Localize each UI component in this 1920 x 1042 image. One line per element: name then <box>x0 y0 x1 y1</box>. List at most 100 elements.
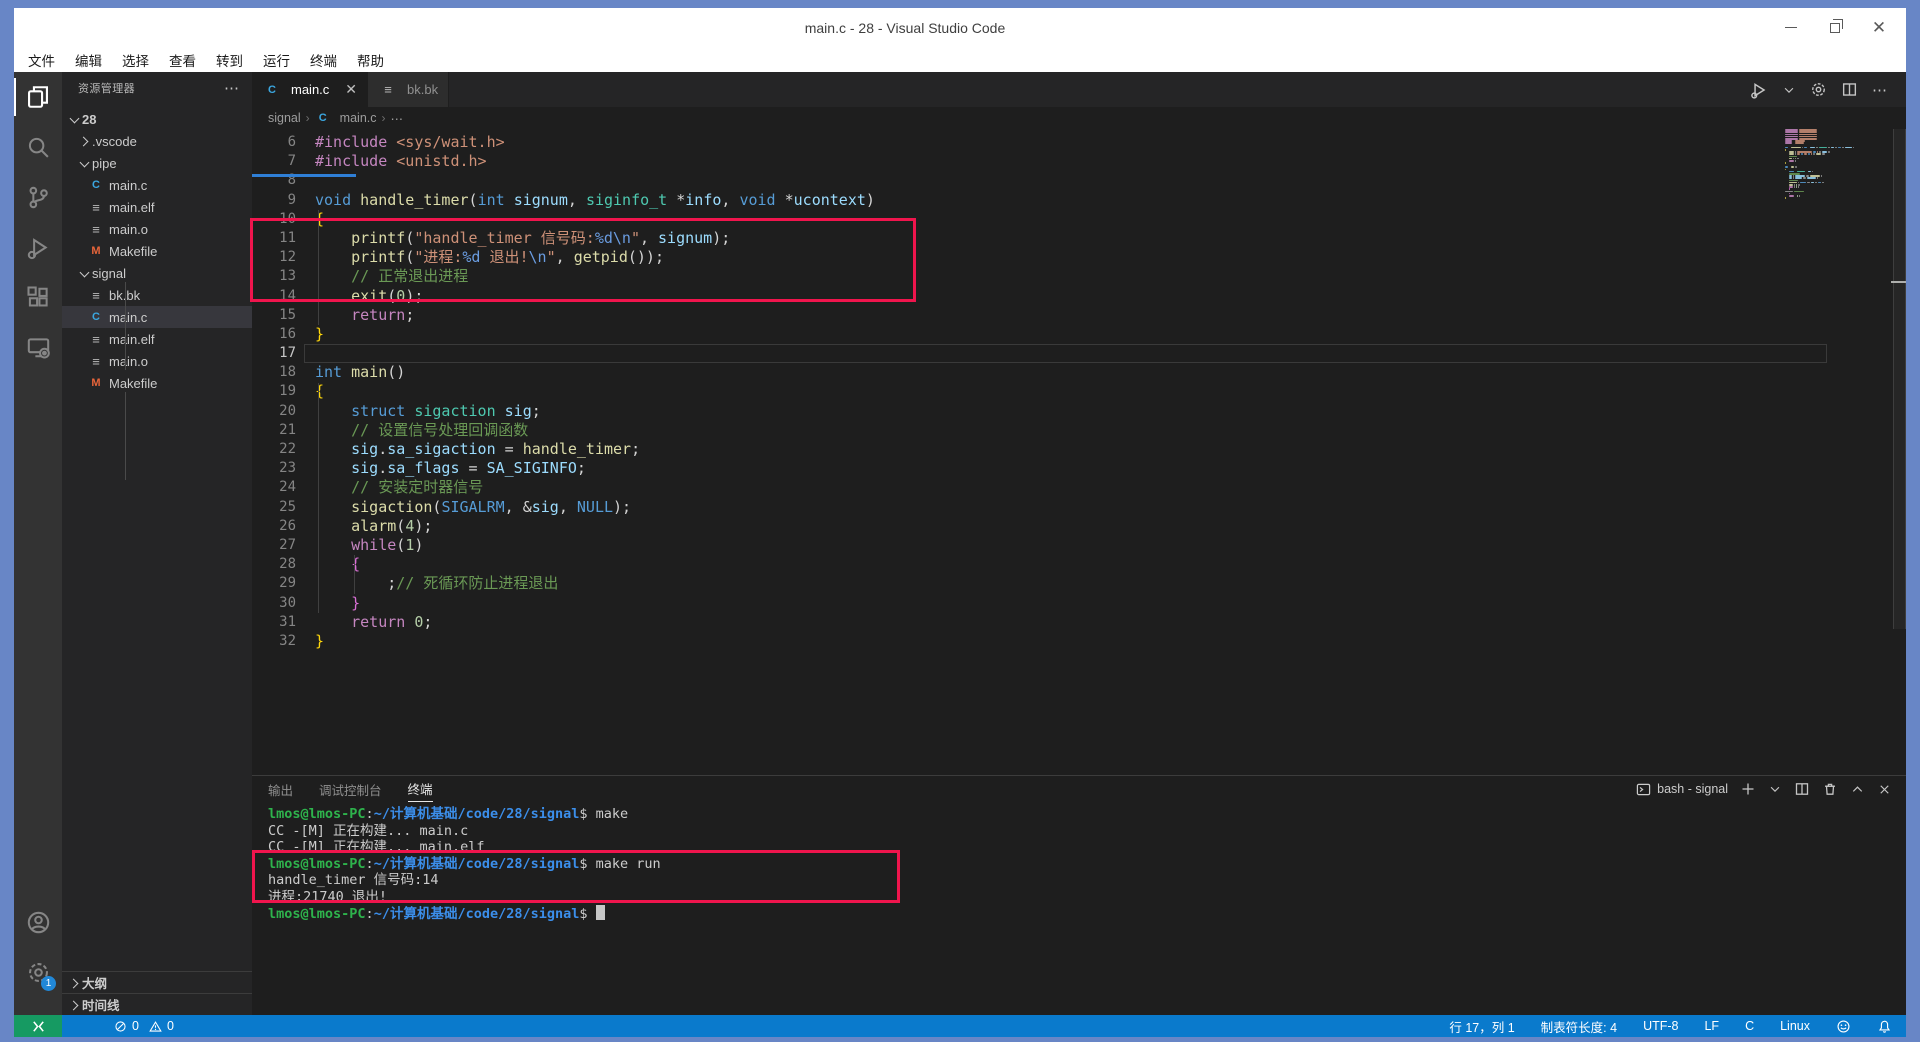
panel-tab-输出[interactable]: 输出 <box>268 776 293 802</box>
terminal-output[interactable]: lmos@lmos-PC:~/计算机基础/code/28/signal$ mak… <box>268 806 1886 922</box>
menu-item-文件[interactable]: 文件 <box>18 47 65 72</box>
chevron-down-icon[interactable] <box>1782 83 1796 97</box>
editor-scrollbar[interactable] <box>1893 129 1906 629</box>
status-remote-os[interactable]: Linux <box>1780 1017 1810 1036</box>
search-icon[interactable] <box>14 122 62 172</box>
menu-item-选择[interactable]: 选择 <box>112 47 159 72</box>
tab-main.c[interactable]: Cmain.c✕ <box>252 72 368 107</box>
sidebar-title: 资源管理器 <box>78 80 135 96</box>
terminal-line-4: lmos@lmos-PC:~/计算机基础/code/28/signal$ mak… <box>268 856 1886 873</box>
close-icon[interactable]: ✕ <box>1870 19 1888 37</box>
section-大纲[interactable]: 大纲 <box>62 971 252 993</box>
workbench: 1 资源管理器 ⋯ 28.vscodepipeCmain.c≡main.elf≡… <box>14 72 1906 1015</box>
tree-item-Makefile[interactable]: MMakefile <box>62 372 252 394</box>
panel-tab-调试控制台[interactable]: 调试控制台 <box>319 776 382 802</box>
kill-terminal-icon[interactable] <box>1822 781 1838 797</box>
section-时间线[interactable]: 时间线 <box>62 993 252 1015</box>
split-editor-icon[interactable] <box>1841 81 1858 98</box>
tree-item-main.c[interactable]: Cmain.c <box>62 174 252 196</box>
remote-indicator[interactable] <box>14 1015 62 1037</box>
tree-item-.vscode[interactable]: .vscode <box>62 130 252 152</box>
explorer-icon[interactable] <box>14 72 62 122</box>
tree-item-pipe[interactable]: pipe <box>62 152 252 174</box>
breadcrumb-signal[interactable]: signal <box>268 111 301 125</box>
terminal-icon <box>1636 782 1651 797</box>
status-language-mode[interactable]: C <box>1745 1017 1754 1036</box>
source-control-icon[interactable] <box>14 172 62 222</box>
code-line-28: 28 { <box>252 555 1906 574</box>
errors-count: 0 <box>132 1019 139 1033</box>
notifications-bell-icon[interactable] <box>1877 1019 1892 1034</box>
restore-icon[interactable] <box>1826 19 1844 37</box>
explorer-sidebar: 资源管理器 ⋯ 28.vscodepipeCmain.c≡main.elf≡ma… <box>62 72 252 1015</box>
line-number: 22 <box>252 440 296 459</box>
tree-item-main.elf[interactable]: ≡main.elf <box>62 196 252 218</box>
tree-indent-guide <box>125 282 126 370</box>
code-text: #include <unistd.h> <box>296 152 487 171</box>
extensions-icon[interactable] <box>14 272 62 322</box>
code-text: void handle_timer(int signum, siginfo_t … <box>296 191 875 210</box>
makefile-icon: M <box>88 375 104 391</box>
menu-item-查看[interactable]: 查看 <box>159 47 206 72</box>
code-text: #include <sys/wait.h> <box>296 133 505 152</box>
close-panel-icon[interactable] <box>1877 782 1892 797</box>
status-tab-size[interactable]: 制表符长度: 4 <box>1541 1017 1617 1036</box>
file-icon: ≡ <box>88 199 104 215</box>
tree-item-Makefile[interactable]: MMakefile <box>62 240 252 262</box>
status-cursor-position[interactable]: 行 17，列 1 <box>1449 1017 1514 1036</box>
more-actions-icon[interactable]: ⋯ <box>1872 81 1888 99</box>
terminal-session-label[interactable]: bash - signal <box>1636 782 1728 797</box>
code-line-25: 25 sigaction(SIGALRM, &sig, NULL); <box>252 498 1906 517</box>
settings-gear-icon[interactable] <box>1810 81 1827 98</box>
code-editor[interactable]: 6#include <sys/wait.h>7#include <unistd.… <box>252 129 1906 775</box>
tab-label: bk.bk <box>407 82 438 97</box>
menu-item-终端[interactable]: 终端 <box>300 47 347 72</box>
title-bar: main.c - 28 - Visual Studio Code ✕ <box>14 8 1906 47</box>
code-line-27: 27 while(1) <box>252 536 1906 555</box>
code-text <box>296 344 315 363</box>
line-number: 15 <box>252 306 296 325</box>
terminal-dropdown-icon[interactable] <box>1768 782 1782 796</box>
minimap[interactable] <box>1785 129 1889 199</box>
tree-item-28[interactable]: 28 <box>62 108 252 130</box>
problems-status[interactable]: 0 0 <box>114 1019 174 1033</box>
account-icon[interactable] <box>14 897 62 947</box>
tree-item-bk.bk[interactable]: ≡bk.bk <box>62 284 252 306</box>
minimize-icon[interactable] <box>1782 19 1800 37</box>
status-encoding[interactable]: UTF-8 <box>1643 1017 1678 1036</box>
menu-item-转到[interactable]: 转到 <box>206 47 253 72</box>
code-line-20: 20 struct sigaction sig; <box>252 402 1906 421</box>
code-line-19: 19{ <box>252 382 1906 401</box>
settings-icon[interactable]: 1 <box>14 947 62 997</box>
remote-explorer-icon[interactable] <box>14 322 62 372</box>
feedback-icon[interactable] <box>1836 1019 1851 1034</box>
code-text: { <box>296 555 360 574</box>
code-text: return 0; <box>296 613 432 632</box>
minimap-current-line <box>252 174 356 176</box>
tree-item-main.o[interactable]: ≡main.o <box>62 218 252 240</box>
run-file-icon[interactable] <box>1750 81 1768 99</box>
maximize-panel-icon[interactable] <box>1850 782 1865 797</box>
menu-item-运行[interactable]: 运行 <box>253 47 300 72</box>
status-eol[interactable]: LF <box>1704 1017 1719 1036</box>
tree-item-label: main.o <box>109 222 148 237</box>
panel-tab-终端[interactable]: 终端 <box>408 776 433 802</box>
code-text: exit(0); <box>296 287 423 306</box>
menu-item-帮助[interactable]: 帮助 <box>347 47 394 72</box>
tab-bk.bk[interactable]: ≡bk.bk <box>368 72 449 107</box>
new-terminal-icon[interactable] <box>1740 781 1756 797</box>
run-debug-icon[interactable] <box>14 222 62 272</box>
menu-item-编辑[interactable]: 编辑 <box>65 47 112 72</box>
tree-item-main.o[interactable]: ≡main.o <box>62 350 252 372</box>
breadcrumb-⋯[interactable]: ⋯ <box>391 111 404 126</box>
terminal-line-2: CC -[M] 正在构建... main.c <box>268 823 1886 840</box>
window-controls: ✕ <box>1782 8 1888 47</box>
split-terminal-icon[interactable] <box>1794 781 1810 797</box>
tree-item-signal[interactable]: signal <box>62 262 252 284</box>
sidebar-more-icon[interactable]: ⋯ <box>224 79 240 97</box>
tree-item-main.c[interactable]: Cmain.c <box>62 306 252 328</box>
tab-close-icon[interactable]: ✕ <box>345 81 357 98</box>
tree-item-main.elf[interactable]: ≡main.elf <box>62 328 252 350</box>
chevron-down-icon <box>76 155 92 171</box>
breadcrumb-main.c[interactable]: Cmain.c <box>315 110 377 126</box>
